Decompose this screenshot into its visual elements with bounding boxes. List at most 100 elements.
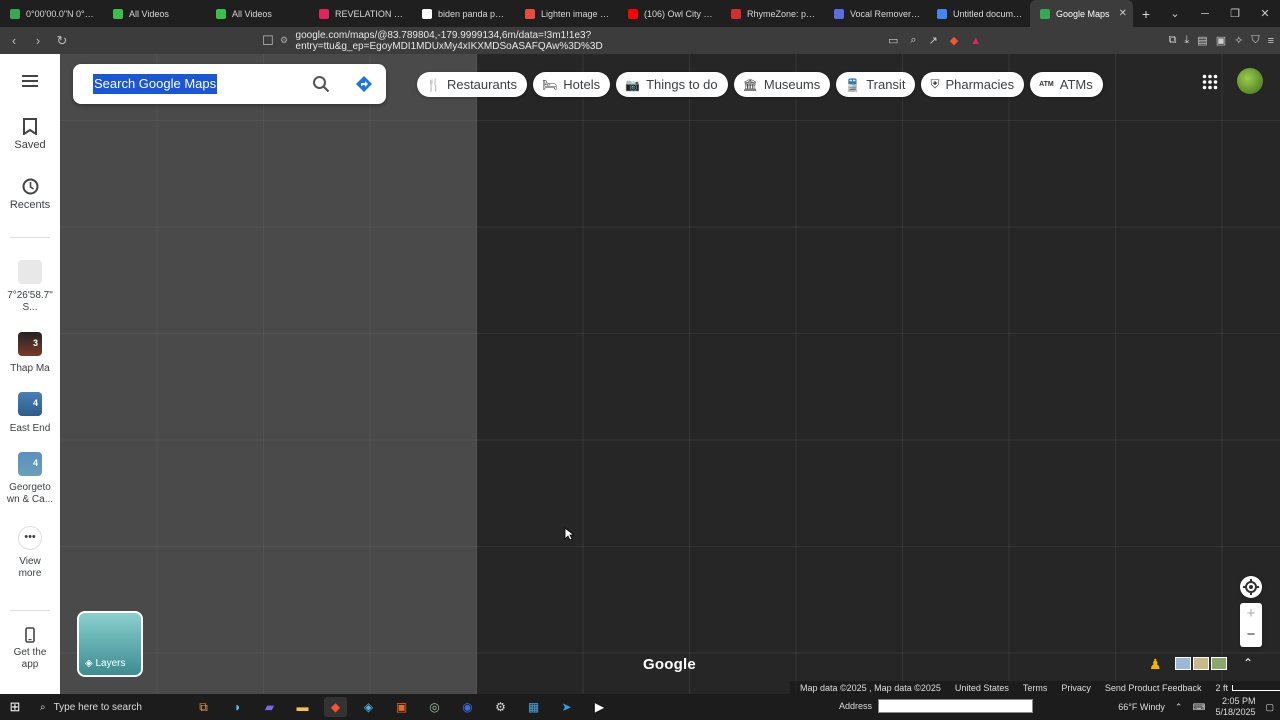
camera-icon: 📷 — [625, 77, 641, 92]
close-window-button[interactable]: ✕ — [1250, 7, 1280, 20]
file-explorer-icon[interactable]: ▬ — [291, 697, 314, 717]
chip-label: Hotels — [563, 77, 601, 92]
brave-browser-icon[interactable]: ◆ — [324, 697, 347, 717]
recent-place-2[interactable]: 4 East End — [0, 392, 60, 434]
media-player-icon[interactable]: ▶ — [588, 697, 611, 717]
weather-text[interactable]: 66°F Windy — [1118, 702, 1165, 712]
vpn-icon[interactable]: ⛉ — [1251, 34, 1259, 47]
privacy-link[interactable]: Privacy — [1061, 683, 1091, 693]
scale-bar[interactable]: 2 ft — [1215, 683, 1280, 693]
share-icon[interactable]: ↗ — [929, 34, 938, 47]
tab-search-icon[interactable]: ⌄ — [1160, 7, 1190, 20]
layers-button[interactable]: ◈ Layers — [77, 611, 143, 677]
get-app-button[interactable]: Get the app — [0, 627, 60, 671]
clock[interactable]: 2:05 PM 5/18/2025 — [1215, 696, 1255, 718]
sidebar-icon[interactable]: ▤ — [1197, 34, 1207, 47]
notifications-icon[interactable]: ▢ — [1265, 702, 1274, 713]
browser-tab[interactable]: Untitled document — [927, 0, 1030, 27]
chip-transit[interactable]: 🚆 Transit — [836, 72, 916, 97]
new-tab-button[interactable]: + — [1133, 6, 1159, 22]
chip-label: Restaurants — [446, 77, 518, 92]
map-thumb-satellite[interactable] — [1211, 657, 1227, 670]
browser-tab[interactable]: REVELATION 18:21 — [309, 0, 412, 27]
tab-favicon-icon — [319, 8, 329, 19]
tab-label: Untitled document — [953, 8, 1024, 19]
keyboard-icon[interactable]: ⌨ — [1192, 702, 1205, 713]
recent-place-3[interactable]: 4 Georgeto wn & Ca... — [0, 452, 60, 506]
get-app-label: Get the app — [13, 647, 47, 670]
brave-shield-icon[interactable]: ◆ — [950, 34, 958, 47]
chevron-up-icon[interactable]: ⌃ — [1175, 702, 1183, 713]
windows-start-icon[interactable]: ⊞ — [0, 699, 30, 715]
expand-up-icon[interactable]: ⌃ — [1243, 656, 1253, 670]
browser-tab[interactable]: Lighten image onli — [515, 0, 618, 27]
recent-place-0[interactable]: 7°26'58.7" S... — [0, 260, 60, 314]
forward-button[interactable]: › — [28, 33, 48, 48]
zoom-out-button[interactable]: − — [1240, 625, 1262, 647]
browser-tab[interactable]: RhymeZone: purpl — [721, 0, 824, 27]
saved-button[interactable]: Saved — [0, 118, 60, 151]
menu-icon[interactable]: ≡ — [1268, 35, 1274, 47]
app-icon[interactable]: ▦ — [522, 697, 545, 717]
chip-pharmacies[interactable]: ⛨ Pharmacies — [921, 72, 1025, 97]
zoom-in-button[interactable]: + — [1240, 603, 1262, 625]
my-location-button[interactable] — [1240, 576, 1262, 598]
country-link[interactable]: United States — [955, 683, 1009, 693]
brave-rewards-icon[interactable]: ▲ — [970, 35, 981, 47]
vscode-icon[interactable]: ◈ — [357, 697, 380, 717]
site-info-icon[interactable]: ⚙ — [280, 35, 296, 46]
chip-things-to-do[interactable]: 📷 Things to do — [616, 72, 728, 97]
browser-tab[interactable]: All Videos — [206, 0, 309, 27]
map-thumb-terrain[interactable] — [1193, 657, 1209, 670]
search-selected-text[interactable]: Search Google Maps — [93, 74, 218, 94]
download-icon[interactable]: ⤓ — [1184, 34, 1189, 47]
recent-place-1[interactable]: 3 Thap Ma — [0, 332, 60, 374]
app-icon[interactable]: ◎ — [423, 697, 446, 717]
app-icon[interactable]: ▣ — [390, 697, 413, 717]
google-apps-icon[interactable] — [1202, 74, 1218, 90]
minimize-button[interactable]: ─ — [1190, 8, 1220, 20]
copilot-icon[interactable]: ◑ — [225, 697, 248, 717]
maximize-button[interactable]: ❐ — [1220, 7, 1250, 20]
browser-tab[interactable]: All Videos — [103, 0, 206, 27]
app-icon[interactable]: ◉ — [456, 697, 479, 717]
browser-tab[interactable]: Google Maps ✕ — [1030, 0, 1133, 27]
train-icon: 🚆 — [845, 77, 861, 92]
telegram-icon[interactable]: ➤ — [555, 697, 578, 717]
main-menu-button[interactable] — [0, 74, 60, 91]
address-input[interactable] — [878, 699, 1034, 713]
pegman-icon[interactable]: ♟ — [1149, 656, 1162, 673]
zoom-icon[interactable]: ⌕ — [910, 34, 916, 47]
cast-icon[interactable]: ▭ — [888, 34, 898, 47]
place-thumbnail — [18, 260, 42, 284]
browser-tab[interactable]: 0°00'00.0"N 0°00'0 — [0, 0, 103, 27]
chip-museums[interactable]: 🏛 Museums — [733, 72, 831, 97]
close-tab-icon[interactable]: ✕ — [1119, 8, 1127, 19]
wallet-icon[interactable]: ▣ — [1216, 34, 1226, 47]
chip-hotels[interactable]: 🛏 Hotels — [533, 72, 611, 97]
browser-tab[interactable]: Vocal Remover and — [824, 0, 927, 27]
search-icon[interactable] — [312, 75, 330, 93]
chip-restaurants[interactable]: 🍴 Restaurants — [417, 72, 528, 97]
task-view-icon[interactable]: ⧉ — [192, 697, 215, 717]
back-button[interactable]: ‹ — [4, 33, 24, 48]
account-avatar[interactable] — [1237, 68, 1263, 94]
terms-link[interactable]: Terms — [1023, 683, 1048, 693]
chip-atms[interactable]: ATM ATMs — [1030, 72, 1103, 97]
settings-icon[interactable]: ⚙ — [489, 697, 512, 717]
map-thumb-default[interactable] — [1175, 657, 1191, 670]
app-icon[interactable]: ▰ — [258, 697, 281, 717]
reload-button[interactable]: ↻ — [52, 33, 72, 49]
map-type-thumbnails[interactable] — [1175, 657, 1227, 670]
feedback-link[interactable]: Send Product Feedback — [1105, 683, 1202, 693]
extensions-icon[interactable]: ⧉ — [1169, 34, 1177, 47]
bookmark-icon[interactable]: ☐ — [258, 33, 278, 49]
address-bar[interactable]: ⚙ google.com/maps/@83.789804,-179.999913… — [280, 30, 880, 52]
recents-button[interactable]: Recents — [0, 178, 60, 211]
view-more-button[interactable]: ••• View more — [0, 526, 60, 580]
taskbar-search[interactable]: ⌕ Type here to search — [30, 694, 160, 720]
browser-tab[interactable]: biden panda photo — [412, 0, 515, 27]
leo-ai-icon[interactable]: ✧ — [1234, 34, 1243, 47]
directions-icon[interactable] — [355, 75, 373, 93]
browser-tab[interactable]: (106) Owl City - To — [618, 0, 721, 27]
